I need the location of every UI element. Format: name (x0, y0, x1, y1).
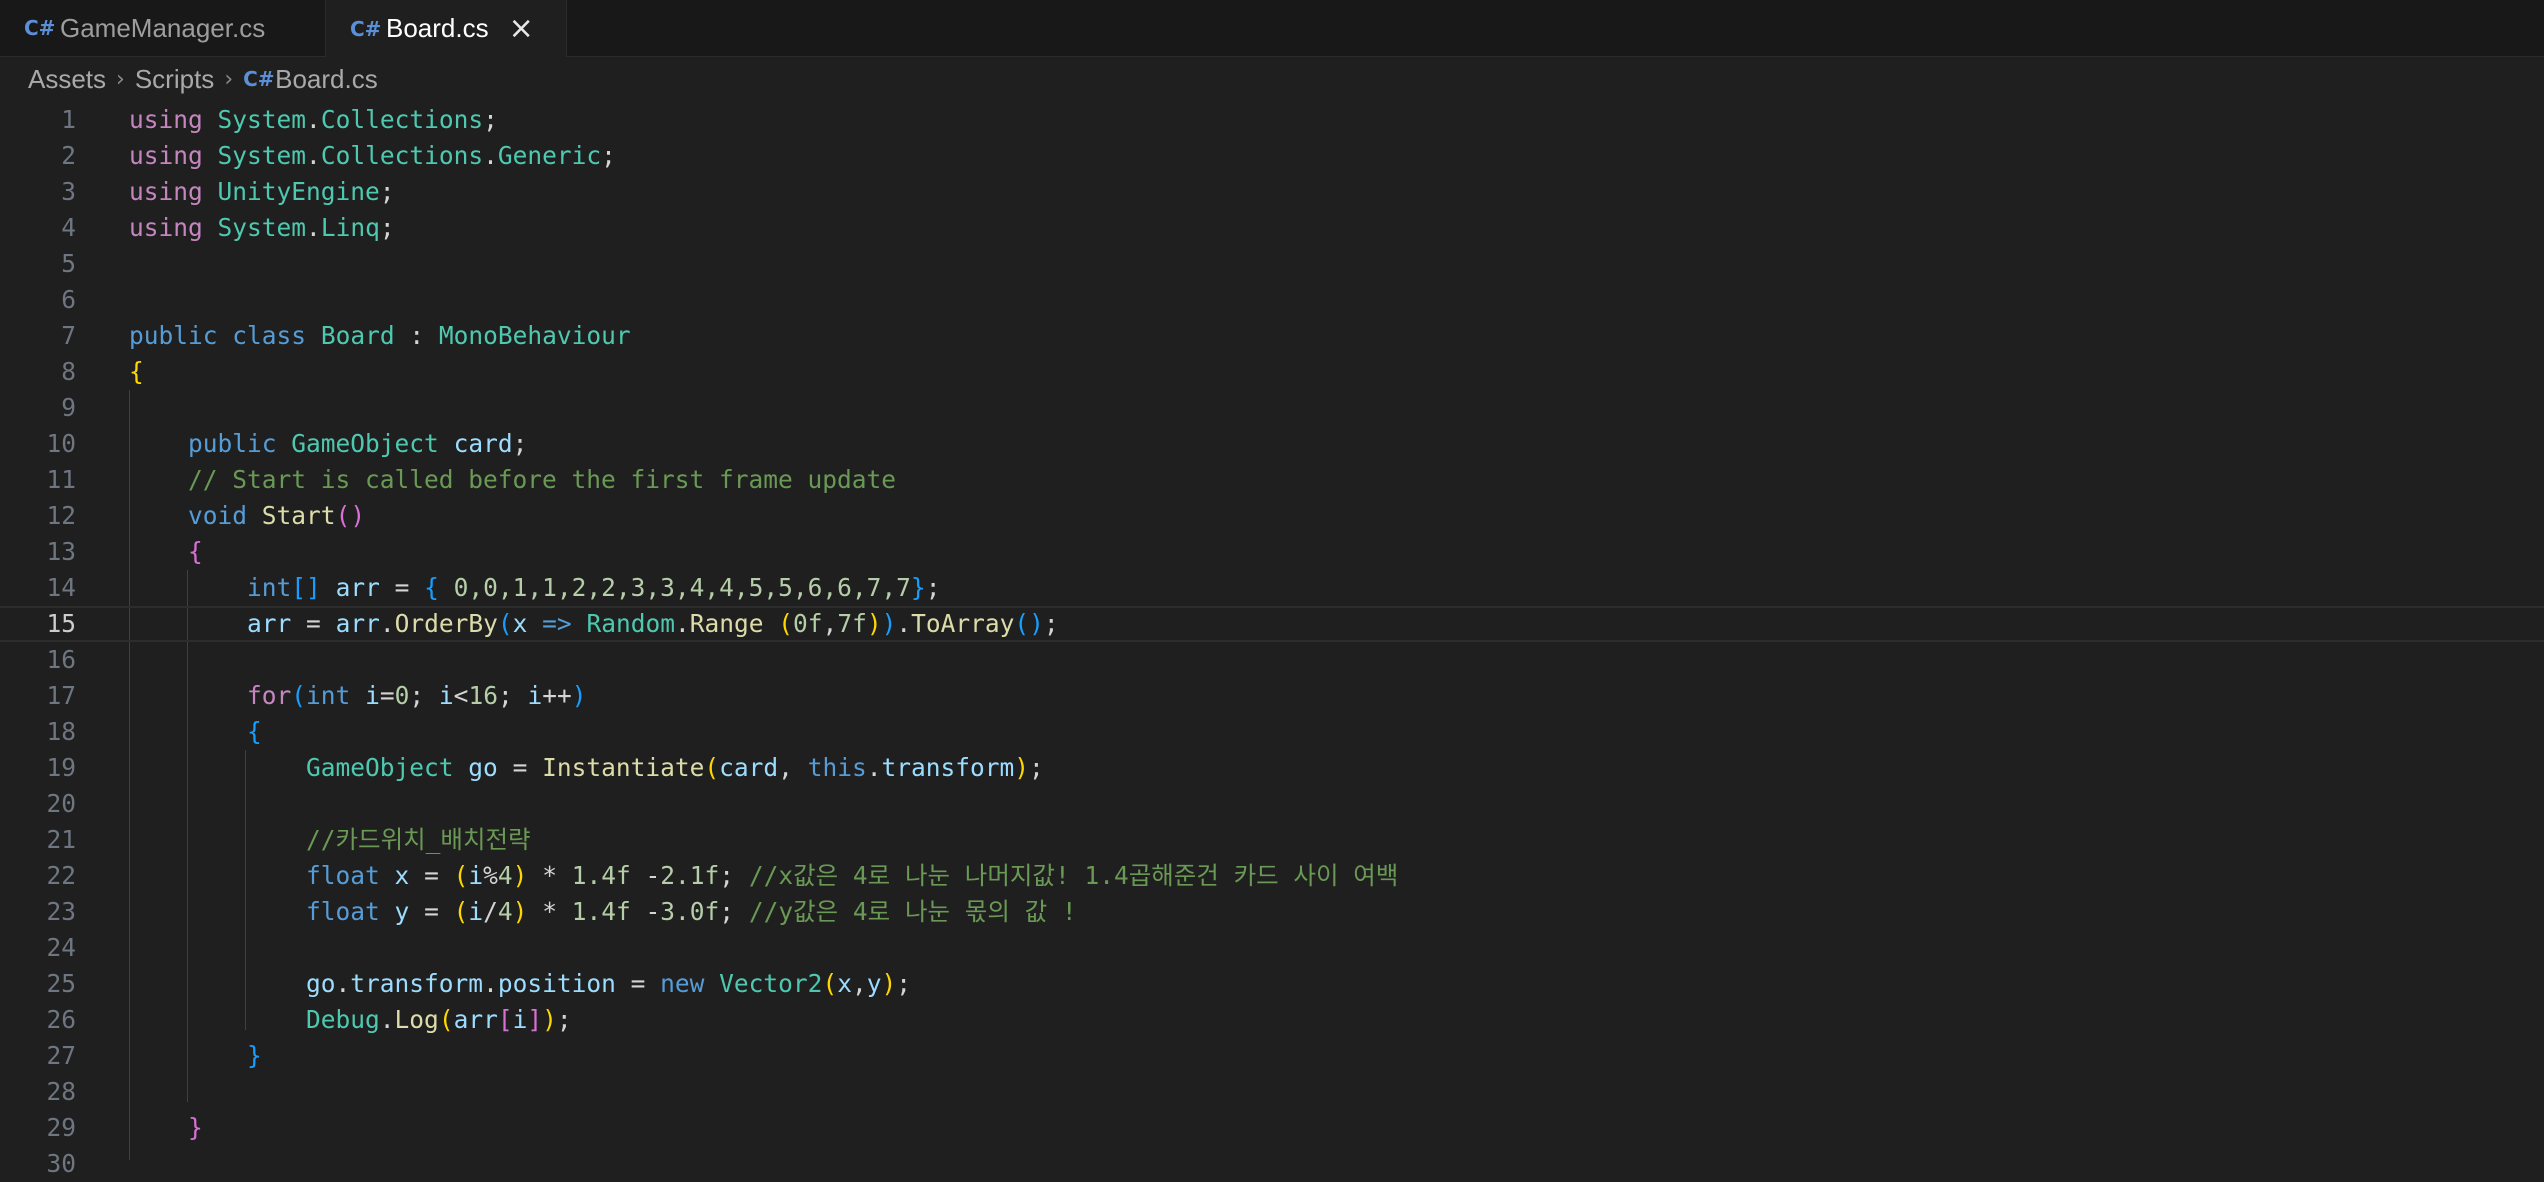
csharp-file-icon: C# (243, 67, 275, 91)
breadcrumb: Assets › Scripts › C# Board.cs (28, 56, 378, 102)
code-line: 5 (61, 249, 76, 278)
code-line: 21 //카드위치_배치전략 (46, 825, 531, 854)
code-line: 7 public class Board : MonoBehaviour (61, 321, 631, 350)
code-line: 22 float x = (i%4) * 1.4f -2.1f; //x값은 4… (46, 861, 1399, 890)
editor-tab-bar: C# GameManager.cs C# Board.cs × (0, 0, 2544, 57)
code-line: 29 } (46, 1113, 203, 1142)
code-line: 13 { (46, 537, 203, 566)
code-line: 3 using UnityEngine; (61, 177, 395, 206)
close-icon[interactable]: × (509, 11, 534, 46)
csharp-file-icon: C# (350, 16, 382, 41)
code-line: 30 (46, 1149, 76, 1178)
tab-gamemanager[interactable]: C# GameManager.cs (0, 0, 326, 56)
code-line: 19 GameObject go = Instantiate(card, thi… (46, 753, 1044, 782)
code-editor[interactable]: 1 using System.Collections; 2 using System… (0, 102, 2544, 1178)
code-line: 6 (61, 285, 76, 314)
code-line: 20 (46, 789, 76, 818)
tab-label: Board.cs (386, 13, 489, 43)
code-line: 17 for(int i=0; i<16; i++) (46, 681, 587, 710)
code-line: 28 (46, 1077, 76, 1106)
code-line: 18 { (46, 717, 262, 746)
tab-board[interactable]: C# Board.cs × (326, 0, 567, 57)
code-line: 27 } (46, 1041, 262, 1070)
code-line: 11 // Start is called before the first f… (46, 465, 897, 494)
chevron-right-icon: › (224, 66, 234, 92)
breadcrumb-item-assets[interactable]: Assets (28, 64, 106, 95)
code-line-active: 15 arr = arr.OrderBy(x => Random.Range (… (0, 606, 2544, 642)
code-line: 23 float y = (i/4) * 1.4f -3.0f; //y값은 4… (46, 897, 1077, 926)
code-line: 4 using System.Linq; (61, 213, 395, 242)
code-line: 10 public GameObject card; (46, 429, 528, 458)
code-line: 14 int[] arr = { 0,0,1,1,2,2,3,3,4,4,5,5… (46, 573, 941, 602)
code-line: 16 (46, 645, 76, 674)
code-line: 12 void Start() (46, 501, 366, 530)
code-line: 8{ (61, 357, 144, 386)
tab-label: GameManager.cs (60, 12, 266, 43)
breadcrumb-item-scripts[interactable]: Scripts (135, 64, 214, 95)
code-line: 2 using System.Collections.Generic; (61, 141, 616, 170)
breadcrumb-item-file[interactable]: Board.cs (275, 64, 378, 95)
code-line: 1 using System.Collections; (61, 105, 498, 134)
code-line: 24 (46, 933, 76, 962)
code-line: 25 go.transform.position = new Vector2(x… (46, 969, 912, 998)
code-line: 26 Debug.Log(arr[i]); (46, 1005, 572, 1034)
chevron-right-icon: › (116, 66, 125, 92)
code-line: 9 (61, 393, 76, 422)
csharp-file-icon: C# (24, 16, 56, 40)
